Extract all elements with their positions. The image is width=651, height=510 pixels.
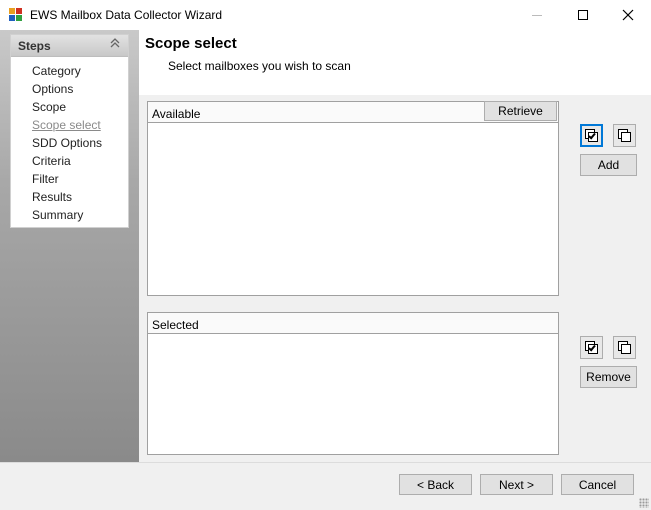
app-icon [9, 8, 23, 22]
selected-listbox[interactable]: Selected [147, 312, 559, 455]
minimize-button[interactable] [514, 0, 560, 30]
uncheck-all-icon [618, 341, 631, 354]
step-options: Options [32, 82, 74, 96]
next-button[interactable]: Next > [480, 474, 553, 495]
uncheck-all-available-button[interactable] [613, 124, 636, 147]
maximize-icon [578, 10, 588, 20]
add-button[interactable]: Add [580, 154, 637, 176]
page-subtitle: Select mailboxes you wish to scan [168, 59, 351, 73]
steps-header-label: Steps [18, 39, 51, 53]
close-button[interactable] [605, 0, 651, 30]
retrieve-button[interactable]: Retrieve [484, 101, 557, 121]
check-all-selected-button[interactable] [580, 336, 603, 359]
close-icon [622, 9, 634, 21]
step-sdd-options: SDD Options [32, 136, 103, 150]
back-button[interactable]: < Back [399, 474, 472, 495]
uncheck-all-selected-button[interactable] [613, 336, 636, 359]
available-listbox[interactable]: Available [147, 101, 559, 296]
selected-label: Selected [152, 318, 199, 332]
step-criteria: Criteria [32, 154, 71, 168]
steps-header[interactable]: Steps [11, 35, 128, 57]
check-all-icon [585, 341, 598, 354]
selected-header: Selected [148, 313, 558, 334]
step-scope-select: Scope select [32, 118, 101, 132]
minimize-icon [532, 14, 542, 16]
check-all-icon [585, 129, 598, 142]
available-label: Available [152, 107, 201, 121]
step-filter: Filter [32, 172, 59, 186]
cancel-button[interactable]: Cancel [561, 474, 634, 495]
steps-panel: Steps Category Options Scope Scope selec… [10, 34, 129, 228]
maximize-button[interactable] [560, 0, 606, 30]
page-header: Scope select Select mailboxes you wish t… [139, 30, 651, 95]
window-title: EWS Mailbox Data Collector Wizard [30, 8, 223, 22]
step-summary: Summary [32, 208, 84, 222]
title-bar: EWS Mailbox Data Collector Wizard [0, 0, 651, 30]
uncheck-all-icon [618, 129, 631, 142]
check-all-available-button[interactable] [580, 124, 603, 147]
step-category: Category [32, 64, 81, 78]
collapse-icon[interactable] [110, 37, 120, 53]
page-title: Scope select [145, 35, 237, 52]
step-scope: Scope [32, 100, 67, 114]
wizard-footer: < Back Next > Cancel [0, 462, 651, 510]
step-results: Results [32, 190, 73, 204]
resize-grip-icon[interactable] [639, 498, 649, 508]
remove-button[interactable]: Remove [580, 366, 637, 388]
content-area: Scope select Select mailboxes you wish t… [139, 30, 651, 462]
